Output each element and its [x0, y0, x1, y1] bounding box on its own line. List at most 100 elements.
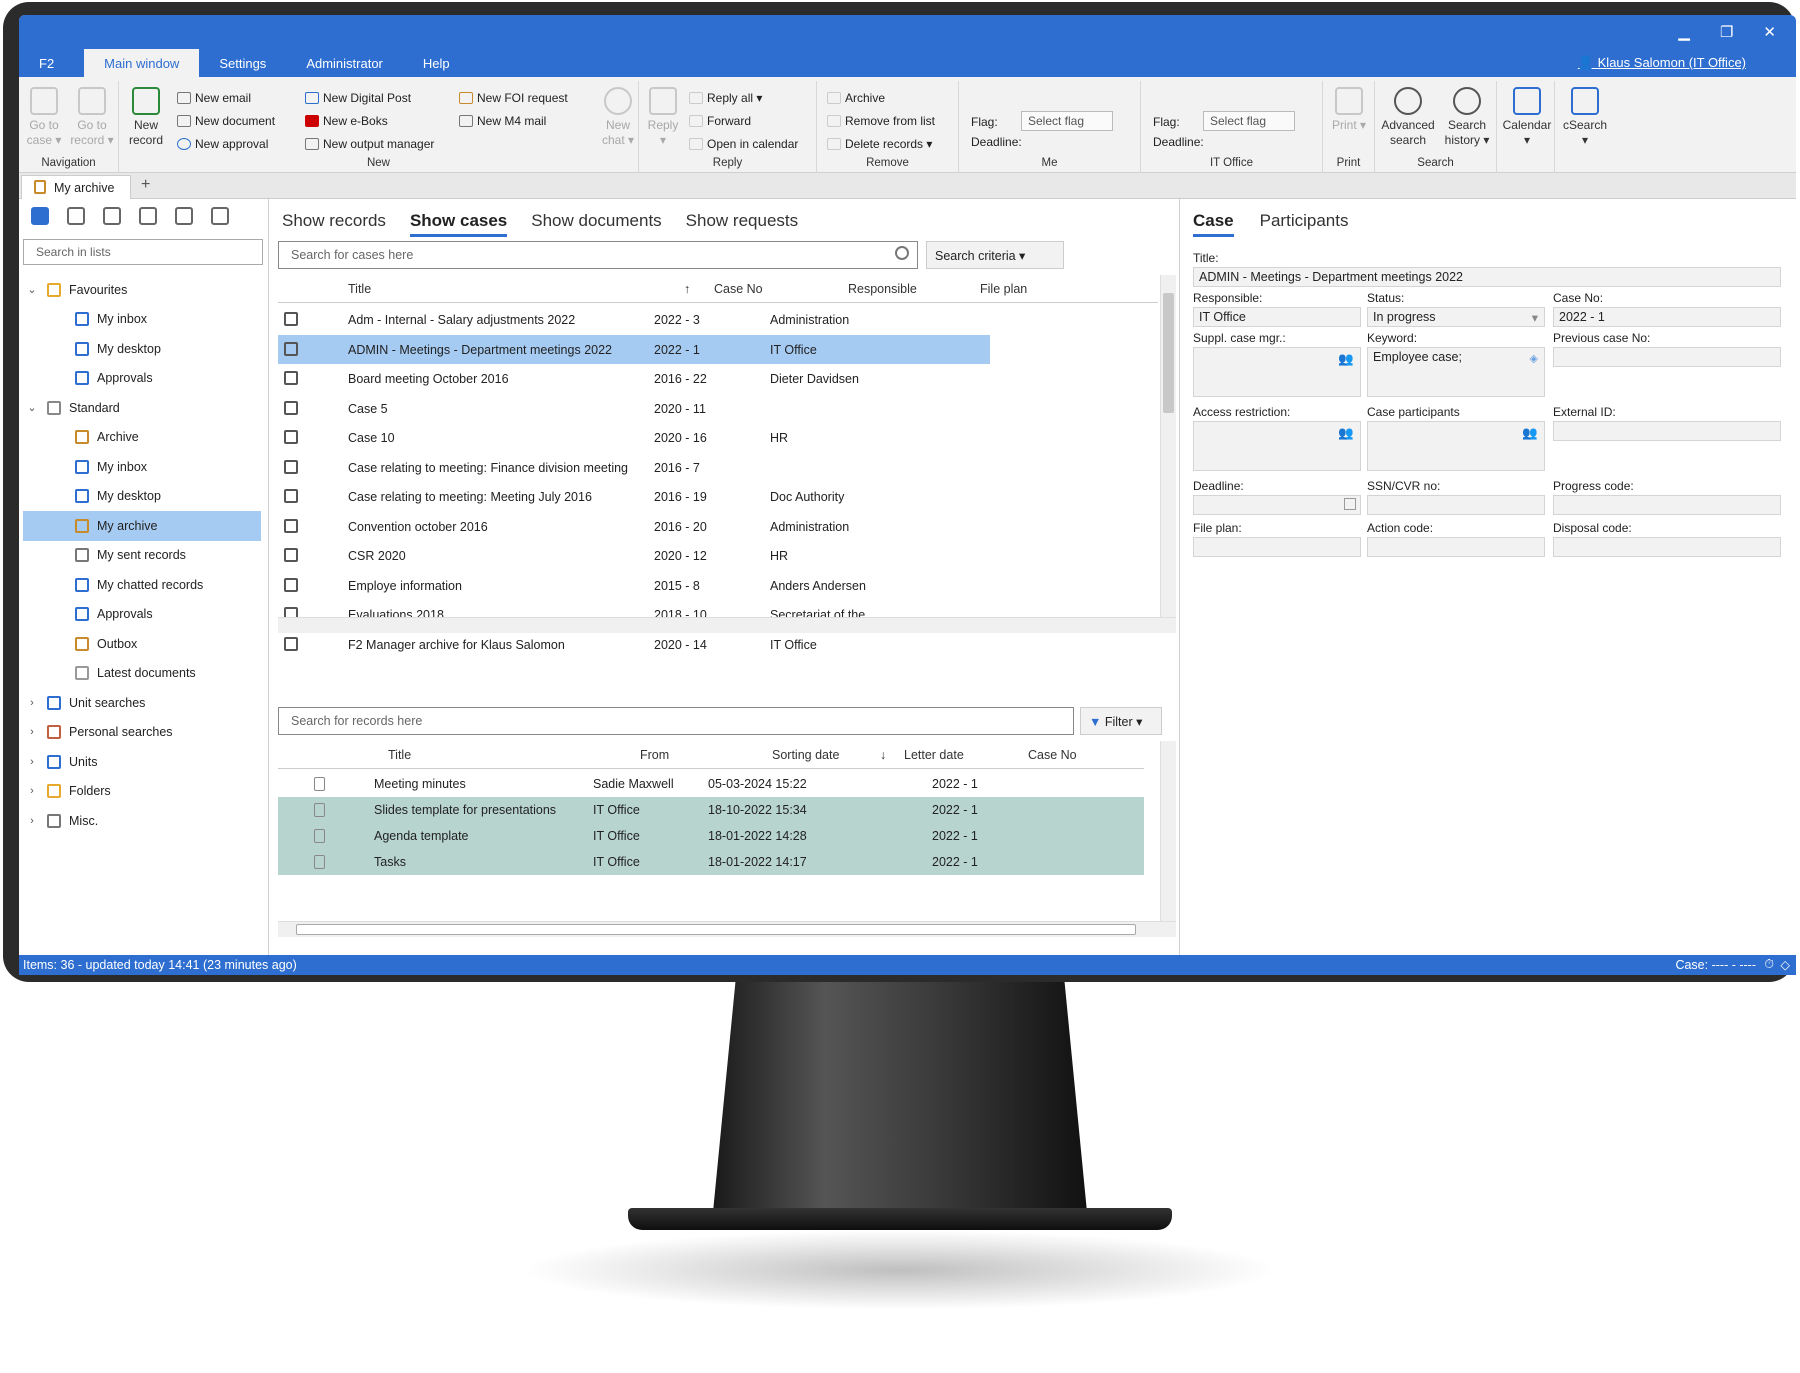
- tab-help[interactable]: Help: [403, 49, 470, 77]
- case-row[interactable]: ADMIN - Meetings - Department meetings 2…: [278, 334, 990, 364]
- previous-case-no-field[interactable]: [1553, 347, 1781, 367]
- tag-icon[interactable]: ◈: [1530, 352, 1538, 365]
- new-eboks-button[interactable]: New e-Boks: [305, 114, 388, 128]
- tree-chevron-icon[interactable]: ›: [25, 726, 39, 738]
- persons-icon[interactable]: 👥: [1338, 352, 1354, 367]
- calendar-picker-icon[interactable]: [1344, 498, 1356, 510]
- delete-records-button[interactable]: Delete records ▾: [827, 137, 932, 151]
- ssn-cvr-field[interactable]: [1367, 495, 1545, 515]
- status-select[interactable]: In progress ▾: [1367, 307, 1545, 327]
- tab-show-requests[interactable]: Show requests: [686, 211, 798, 237]
- tree-item[interactable]: My desktop: [19, 334, 269, 364]
- tab-participants[interactable]: Participants: [1260, 211, 1349, 237]
- tab-show-records[interactable]: Show records: [282, 211, 386, 237]
- list-search-input[interactable]: Search in lists: [23, 239, 263, 265]
- tree-item[interactable]: › Misc.: [19, 806, 269, 836]
- tree-chevron-icon[interactable]: ›: [25, 697, 39, 709]
- search-icon[interactable]: [895, 246, 909, 260]
- col-file-plan[interactable]: File plan: [980, 282, 1027, 296]
- search-criteria-button[interactable]: Search criteria ▾: [926, 241, 1064, 269]
- record-row[interactable]: Meeting minutes Sadie Maxwell 05-03-2024 1…: [278, 771, 1144, 797]
- persons-icon[interactable]: 👥: [1522, 426, 1538, 441]
- new-record-button[interactable]: New record: [123, 87, 169, 148]
- col-letter-date[interactable]: Letter date: [904, 748, 964, 762]
- new-m4-mail-button[interactable]: New M4 mail: [459, 114, 546, 128]
- access-restriction-field[interactable]: 👥: [1193, 421, 1361, 471]
- advanced-search-button[interactable]: Advanced search: [1379, 87, 1437, 148]
- tree-item[interactable]: Approvals: [19, 600, 269, 630]
- col-responsible[interactable]: Responsible: [848, 282, 917, 296]
- new-output-manager-button[interactable]: New output manager: [305, 137, 434, 151]
- tree-item[interactable]: › Folders: [19, 777, 269, 807]
- case-row[interactable]: Case relating to meeting: Finance divisi…: [278, 453, 990, 483]
- cases-vertical-scrollbar[interactable]: [1160, 275, 1176, 617]
- add-tab-button[interactable]: +: [141, 176, 150, 194]
- org-list-icon[interactable]: [67, 207, 85, 225]
- cases-horizontal-scrollbar[interactable]: [278, 617, 1176, 633]
- case-row[interactable]: Case relating to meeting: Meeting July 2…: [278, 482, 990, 512]
- open-in-calendar-button[interactable]: Open in calendar: [689, 137, 798, 151]
- external-id-field[interactable]: [1553, 421, 1781, 441]
- sort-arrow-down-icon[interactable]: ↓: [880, 748, 886, 762]
- tree-item[interactable]: My chatted records: [19, 570, 269, 600]
- minimize-icon[interactable]: ▁: [1678, 23, 1690, 41]
- case-row[interactable]: Employe information 2015 - 8 Anders Anders…: [278, 571, 990, 601]
- tree-item[interactable]: Approvals: [19, 364, 269, 394]
- tree-chevron-icon[interactable]: ›: [25, 785, 39, 797]
- col-record-case-no[interactable]: Case No: [1028, 748, 1077, 762]
- cases-search-input[interactable]: Search for cases here: [278, 241, 918, 269]
- case-no-field[interactable]: 2022 - 1: [1553, 307, 1781, 327]
- reply-all-button[interactable]: Reply all ▾: [689, 91, 762, 105]
- forward-button[interactable]: Forward: [689, 114, 751, 128]
- case-row[interactable]: Case 5 2020 - 11: [278, 394, 990, 424]
- case-row[interactable]: Adm - Internal - Salary adjustments 2022…: [278, 305, 990, 335]
- mail-list-icon[interactable]: [139, 207, 157, 225]
- new-chat-button[interactable]: New chat ▾: [599, 87, 637, 148]
- sort-arrow-up-icon[interactable]: ↑: [684, 282, 690, 296]
- tree-item[interactable]: Archive: [19, 423, 269, 453]
- archive-button[interactable]: Archive: [827, 91, 885, 105]
- keyword-field[interactable]: Employee case; ◈: [1367, 347, 1545, 397]
- new-document-button[interactable]: New document: [177, 114, 275, 128]
- case-row[interactable]: Case 10 2020 - 16 HR: [278, 423, 990, 453]
- persons-icon[interactable]: 👥: [1338, 426, 1354, 441]
- tree-chevron-icon[interactable]: ›: [25, 756, 39, 768]
- tab-administrator[interactable]: Administrator: [286, 49, 403, 77]
- tab-my-archive[interactable]: My archive: [21, 175, 131, 199]
- col-title[interactable]: Title: [348, 282, 371, 296]
- print-button[interactable]: Print ▾: [1329, 87, 1369, 133]
- progress-code-field[interactable]: [1553, 495, 1781, 515]
- records-vertical-scrollbar[interactable]: [1160, 741, 1176, 921]
- tab-show-cases[interactable]: Show cases: [409, 211, 508, 237]
- new-approval-button[interactable]: New approval: [177, 137, 268, 151]
- tree-item[interactable]: My desktop: [19, 482, 269, 512]
- tree-item[interactable]: My archive: [23, 511, 261, 541]
- records-list-icon[interactable]: [31, 207, 49, 225]
- tree-item[interactable]: ⌄ Favourites: [19, 275, 269, 305]
- col-case-no[interactable]: Case No: [714, 282, 763, 296]
- tree-item[interactable]: My inbox: [19, 305, 269, 335]
- suppl-case-mgr-field[interactable]: 👥: [1193, 347, 1361, 397]
- case-row[interactable]: CSR 2020 2020 - 12 HR: [278, 541, 990, 571]
- case-row[interactable]: Convention october 2016 2016 - 20 Administ…: [278, 512, 990, 542]
- filter-button[interactable]: ▼ Filter ▾: [1080, 707, 1162, 735]
- col-record-title[interactable]: Title: [388, 748, 411, 762]
- go-to-record-button[interactable]: Go to record ▾: [69, 87, 115, 148]
- tree-item[interactable]: Latest documents: [19, 659, 269, 689]
- calendar-button[interactable]: Calendar ▾: [1501, 87, 1553, 148]
- deadline-field[interactable]: [1193, 495, 1361, 515]
- responsible-field[interactable]: IT Office: [1193, 307, 1361, 327]
- it-office-flag-select[interactable]: Select flag: [1203, 111, 1295, 131]
- tab-f2[interactable]: F2: [19, 49, 74, 77]
- go-to-case-button[interactable]: Go to case ▾: [21, 87, 67, 148]
- records-search-input[interactable]: Search for records here: [278, 707, 1074, 735]
- reply-button[interactable]: Reply ▾: [643, 87, 683, 148]
- folders-list-icon[interactable]: [211, 207, 229, 225]
- tab-show-documents[interactable]: Show documents: [531, 211, 661, 237]
- new-email-button[interactable]: New email: [177, 91, 251, 105]
- file-plan-field[interactable]: [1193, 537, 1361, 557]
- tree-item[interactable]: › Units: [19, 747, 269, 777]
- col-sorting-date[interactable]: Sorting date: [772, 748, 839, 762]
- tree-chevron-icon[interactable]: ›: [25, 815, 39, 827]
- record-row[interactable]: Slides template for presentations IT Offi…: [278, 797, 1144, 823]
